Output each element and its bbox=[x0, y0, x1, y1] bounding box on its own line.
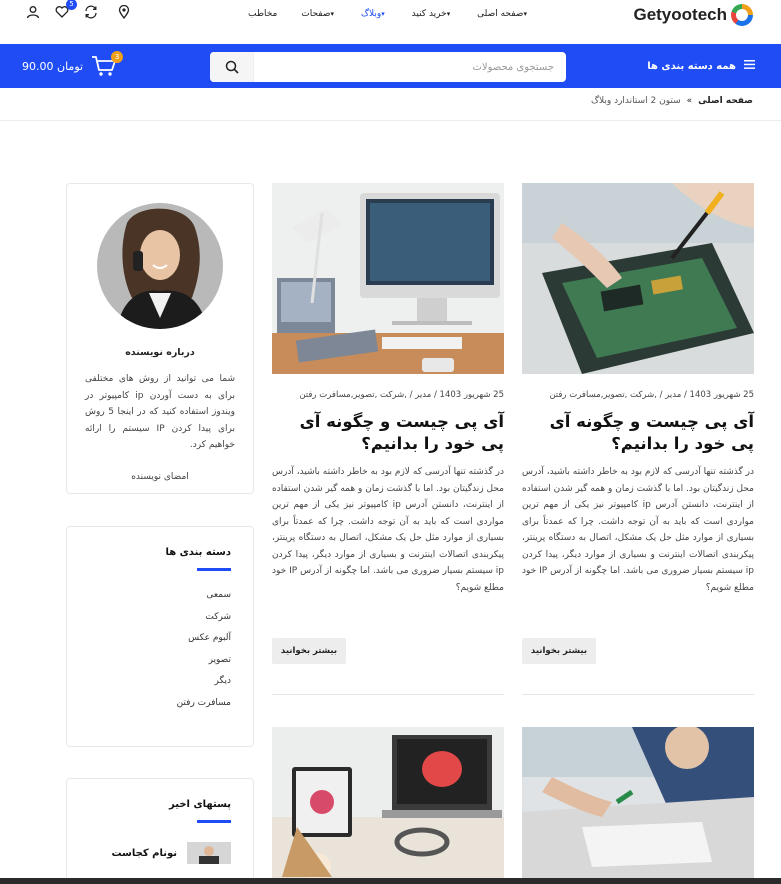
location-icon[interactable] bbox=[117, 4, 133, 20]
category-item[interactable]: تصویر bbox=[67, 655, 231, 677]
post-title[interactable]: آی پی چیست و چگونه آی پی خود را بدانیم؟ bbox=[272, 411, 504, 455]
post-excerpt: در گذشته تنها آدرسی که لازم بود به خاطر … bbox=[272, 467, 504, 593]
nav-item-pages[interactable]: صفحات▾ bbox=[301, 9, 337, 19]
recent-posts-widget: پستهای اخیر نونام کجاست bbox=[66, 778, 254, 884]
nav-blog-label: وبلاگ bbox=[360, 9, 382, 19]
breadcrumb-current: ستون 2 استاندارد وبلاگ bbox=[590, 96, 681, 106]
category-item[interactable]: سمعی bbox=[67, 590, 231, 612]
categories-widget: دسته بندی ها سمعی شرکت آلبوم عکس تصویر د… bbox=[66, 526, 254, 747]
chevron-down-icon: ▾ bbox=[330, 10, 335, 18]
read-more-button[interactable]: بیشتر بخوانید bbox=[522, 638, 596, 664]
nav-home-label: صفحه اصلی bbox=[477, 9, 524, 19]
nav-item-shop[interactable]: خرید کنید▾ bbox=[412, 9, 454, 19]
blog-post-card: 25 شهریور 1403 / مدیر / ,شرکت ,تصویر,مسا… bbox=[522, 183, 754, 695]
post-thumbnail[interactable] bbox=[522, 727, 754, 878]
blog-post-card bbox=[522, 727, 754, 878]
nav-item-home[interactable]: صفحه اصلی▾ bbox=[477, 9, 530, 19]
site-logo[interactable]: Getyootech bbox=[633, 2, 753, 28]
all-categories-label: همه دسته بندی ها bbox=[647, 60, 736, 72]
nav-item-blog[interactable]: وبلاگ▾ bbox=[361, 9, 388, 19]
post-title[interactable]: آی پی چیست و چگونه آی پی خود را بدانیم؟ bbox=[522, 411, 754, 455]
cart-icon: 3 bbox=[91, 51, 124, 77]
logo-text: Getyootech bbox=[633, 5, 727, 24]
menu-icon bbox=[744, 60, 755, 72]
browser-bottom-strip bbox=[0, 878, 781, 884]
category-item[interactable]: شرکت bbox=[67, 612, 231, 634]
header-actions: 5 bbox=[26, 0, 133, 20]
read-more-button[interactable]: بیشتر بخوانید bbox=[272, 638, 346, 664]
recent-post-item[interactable]: نونام کجاست bbox=[67, 842, 253, 864]
chevron-down-icon: ▾ bbox=[446, 10, 451, 18]
post-excerpt: در گذشته تنها آدرسی که لازم بود به خاطر … bbox=[522, 467, 754, 593]
categories-title: دسته بندی ها bbox=[165, 547, 231, 558]
title-underline bbox=[197, 820, 231, 823]
blog-post-card: 25 شهریور 1403 / مدیر / ,شرکت ,تصویر,مسا… bbox=[272, 183, 504, 695]
search-icon bbox=[225, 60, 239, 74]
author-widget: درباره نویسنده شما می توانید از روش های … bbox=[66, 183, 254, 494]
search-button[interactable] bbox=[210, 52, 254, 82]
cart-total: 90.00 تومان bbox=[22, 59, 84, 73]
top-header: Getyootech مخاطب صفحات▾ وبلاگ▾ خرید کنید… bbox=[0, 0, 781, 44]
recent-post-title[interactable]: نونام کجاست bbox=[111, 848, 177, 859]
recent-posts-title: پستهای اخیر bbox=[169, 799, 231, 810]
chevron-down-icon: ▾ bbox=[523, 10, 527, 18]
cart-button[interactable]: 90.00 تومان 3 bbox=[22, 51, 124, 80]
wishlist-badge: 5 bbox=[66, 0, 77, 10]
breadcrumb-home[interactable]: صفحه اصلی bbox=[698, 96, 753, 106]
blog-post-card bbox=[272, 727, 504, 878]
nav-shop-label: خرید کنید bbox=[411, 9, 447, 19]
post-thumbnail[interactable] bbox=[522, 183, 754, 374]
title-underline bbox=[197, 568, 231, 571]
post-thumbnail[interactable] bbox=[272, 727, 504, 878]
main-navigation: مخاطب صفحات▾ وبلاگ▾ خرید کنید▾ صفحه اصلی… bbox=[248, 0, 530, 28]
breadcrumb: صفحه اصلی » ستون 2 استاندارد وبلاگ bbox=[591, 96, 753, 106]
category-item[interactable]: دیگر bbox=[67, 676, 231, 698]
post-divider bbox=[522, 694, 754, 695]
category-item[interactable]: آلبوم عکس bbox=[67, 633, 231, 655]
author-signature: امضای نویسنده bbox=[131, 471, 189, 482]
nav-item-contact[interactable]: مخاطب bbox=[248, 9, 277, 19]
post-meta: 25 شهریور 1403 / مدیر / ,شرکت ,تصویر,مسا… bbox=[299, 390, 504, 400]
chevron-down-icon: ▾ bbox=[381, 10, 385, 18]
author-widget-title: درباره نویسنده bbox=[125, 347, 195, 358]
search-input[interactable] bbox=[254, 52, 566, 82]
user-icon[interactable] bbox=[26, 4, 42, 20]
post-divider bbox=[272, 694, 504, 695]
author-bio: شما می توانید از روش های مختلفی برای به … bbox=[85, 374, 235, 450]
post-thumbnail[interactable] bbox=[272, 183, 504, 374]
category-search-bar: همه دسته بندی ها 90.00 تومان 3 bbox=[0, 44, 781, 88]
search-box bbox=[210, 52, 566, 82]
compare-icon[interactable] bbox=[84, 4, 100, 20]
author-avatar bbox=[97, 203, 223, 329]
recent-post-thumbnail bbox=[187, 842, 231, 864]
post-meta: 25 شهریور 1403 / مدیر / ,شرکت ,تصویر,مسا… bbox=[549, 390, 754, 400]
logo-mark-icon bbox=[731, 4, 753, 26]
breadcrumb-separator: » bbox=[686, 96, 693, 106]
all-categories-button[interactable]: همه دسته بندی ها bbox=[647, 44, 755, 88]
nav-pages-label: صفحات bbox=[301, 9, 331, 19]
cart-count-badge: 3 bbox=[111, 51, 124, 63]
category-list: سمعی شرکت آلبوم عکس تصویر دیگر مسافرت رف… bbox=[67, 590, 253, 719]
desk-imac-photo bbox=[272, 183, 504, 374]
category-item[interactable]: مسافرت رفتن bbox=[67, 698, 231, 720]
electronics-soldering-photo bbox=[522, 183, 754, 374]
heart-icon[interactable]: 5 bbox=[55, 0, 77, 20]
technician-soldering-photo bbox=[522, 727, 754, 878]
desk-laptop-tablet-photo bbox=[272, 727, 504, 878]
header-divider bbox=[0, 120, 781, 121]
